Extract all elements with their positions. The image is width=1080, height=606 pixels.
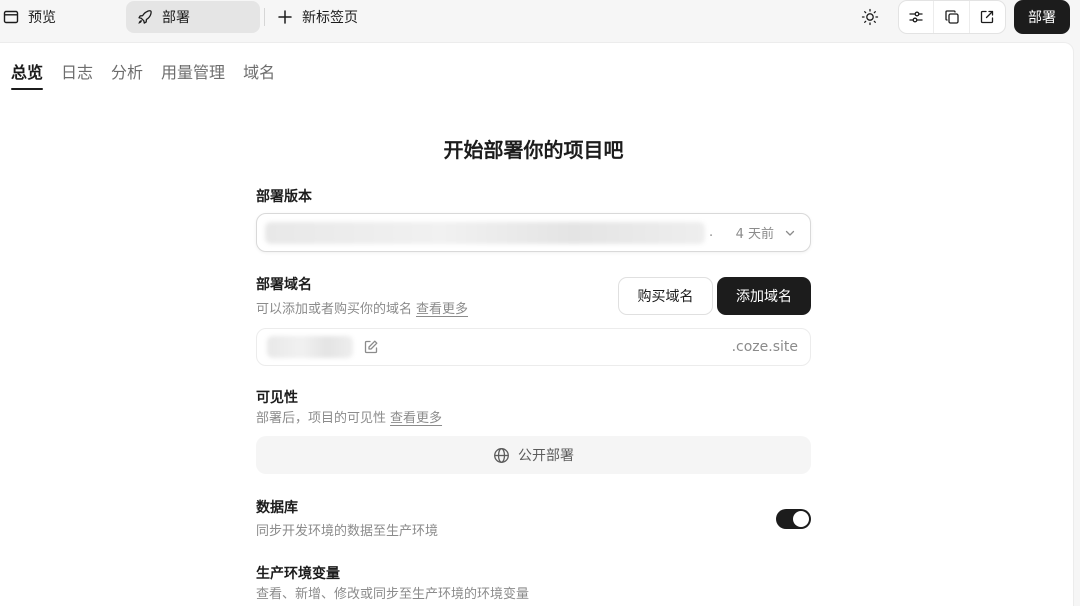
- theme-toggle-button[interactable]: [854, 1, 886, 33]
- version-label: 部署版本: [256, 189, 312, 205]
- tab-overview[interactable]: 总览: [11, 59, 44, 91]
- visibility-more-link[interactable]: 查看更多: [390, 411, 442, 426]
- domain-desc-text: 可以添加或者购买你的域名: [256, 302, 413, 317]
- subtab-bar: 总览 日志 分析 用量管理 域名: [11, 59, 293, 91]
- public-deploy-label: 公开部署: [518, 448, 574, 464]
- chevron-down-icon: [784, 227, 796, 239]
- database-label: 数据库: [256, 500, 298, 516]
- tab-deploy-label: 部署: [162, 10, 190, 26]
- copy-icon: [944, 9, 960, 25]
- domain-label: 部署域名: [256, 277, 312, 293]
- subdomain-field[interactable]: .coze.site: [256, 328, 811, 366]
- page-title: 开始部署你的项目吧: [443, 138, 624, 162]
- open-external-button[interactable]: [970, 1, 1005, 33]
- tab-deploy[interactable]: 部署: [126, 1, 260, 33]
- tab-domains[interactable]: 域名: [243, 59, 275, 91]
- tab-divider: [264, 8, 265, 26]
- redacted-version-text: [265, 221, 705, 244]
- tab-logs[interactable]: 日志: [61, 59, 93, 91]
- settings-button[interactable]: [899, 1, 935, 33]
- tab-new[interactable]: 新标签页: [274, 1, 394, 33]
- deploy-button[interactable]: 部署: [1014, 0, 1070, 34]
- public-deploy-option[interactable]: 公开部署: [256, 436, 811, 474]
- top-bar: 预览 部署 新标签页 部署: [0, 0, 1080, 40]
- toggle-knob: [793, 511, 809, 527]
- tab-preview[interactable]: 预览: [2, 1, 112, 33]
- copy-button[interactable]: [934, 1, 970, 33]
- rocket-icon: [136, 8, 154, 26]
- visibility-label: 可见性: [256, 390, 298, 406]
- domain-more-link[interactable]: 查看更多: [416, 302, 468, 317]
- visibility-desc: 部署后，项目的可见性 查看更多: [256, 407, 442, 426]
- database-sync-toggle[interactable]: [776, 509, 811, 529]
- env-desc: 查看、新增、修改或同步至生产环境的环境变量: [256, 587, 530, 602]
- add-domain-button[interactable]: 添加域名: [717, 277, 811, 315]
- database-desc: 同步开发环境的数据至生产环境: [256, 524, 439, 539]
- external-link-icon: [979, 9, 995, 25]
- redacted-subdomain-text: [267, 336, 353, 358]
- tab-usage[interactable]: 用量管理: [161, 59, 225, 91]
- env-label: 生产环境变量: [256, 566, 340, 582]
- buy-domain-button[interactable]: 购买域名: [618, 277, 713, 315]
- browser-window-icon: [2, 8, 20, 26]
- edit-icon[interactable]: [363, 339, 379, 355]
- domain-desc: 可以添加或者购买你的域名 查看更多: [256, 298, 468, 317]
- domain-suffix: .coze.site: [731, 339, 798, 355]
- sun-icon: [861, 8, 879, 26]
- version-ellipsis: .: [709, 225, 714, 240]
- plus-icon: [276, 8, 294, 26]
- visibility-desc-text: 部署后，项目的可见性: [256, 411, 387, 426]
- main-panel: 总览 日志 分析 用量管理 域名 开始部署你的项目吧 部署版本 . 4 天前 部…: [0, 42, 1074, 606]
- sliders-icon: [908, 9, 924, 25]
- tab-analytics[interactable]: 分析: [111, 59, 143, 91]
- globe-icon: [493, 447, 510, 464]
- version-time: 4 天前: [735, 227, 774, 242]
- tab-preview-label: 预览: [28, 10, 56, 26]
- version-select[interactable]: . 4 天前: [256, 213, 811, 252]
- tab-new-label: 新标签页: [302, 10, 358, 26]
- toolbar-button-group: [898, 0, 1006, 34]
